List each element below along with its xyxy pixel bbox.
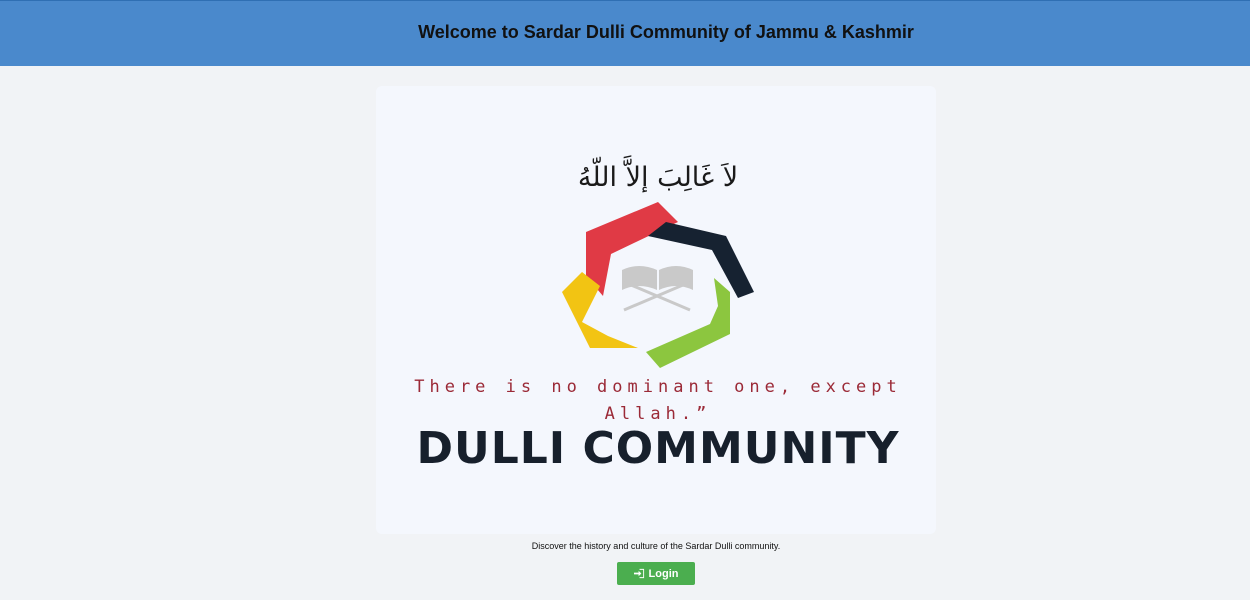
emblem-green-segment xyxy=(646,278,730,368)
logo-arabic-text: لاَ غَالِبَ إلاَّ اللّهُ xyxy=(578,154,738,193)
login-button[interactable]: Login xyxy=(617,562,695,585)
community-description: Discover the history and culture of the … xyxy=(531,541,781,551)
sign-in-icon xyxy=(633,568,644,579)
emblem-icon xyxy=(562,202,754,368)
page-header: Welcome to Sardar Dulli Community of Jam… xyxy=(0,0,1250,66)
login-button-label: Login xyxy=(648,567,679,580)
community-logo: لاَ غَالِبَ إلاَّ اللّهُ There is no dom… xyxy=(376,86,936,534)
logo-community-name: DULLI COMMUNITY xyxy=(416,423,899,474)
logo-tagline-line2: Allah.” xyxy=(605,404,712,424)
quran-book-icon xyxy=(622,266,693,312)
page-title: Welcome to Sardar Dulli Community of Jam… xyxy=(418,22,914,42)
logo-tagline-line1: There is no dominant one, except xyxy=(414,377,902,397)
logo-graphic: لاَ غَالِبَ إلاَّ اللّهُ There is no dom… xyxy=(414,154,902,474)
